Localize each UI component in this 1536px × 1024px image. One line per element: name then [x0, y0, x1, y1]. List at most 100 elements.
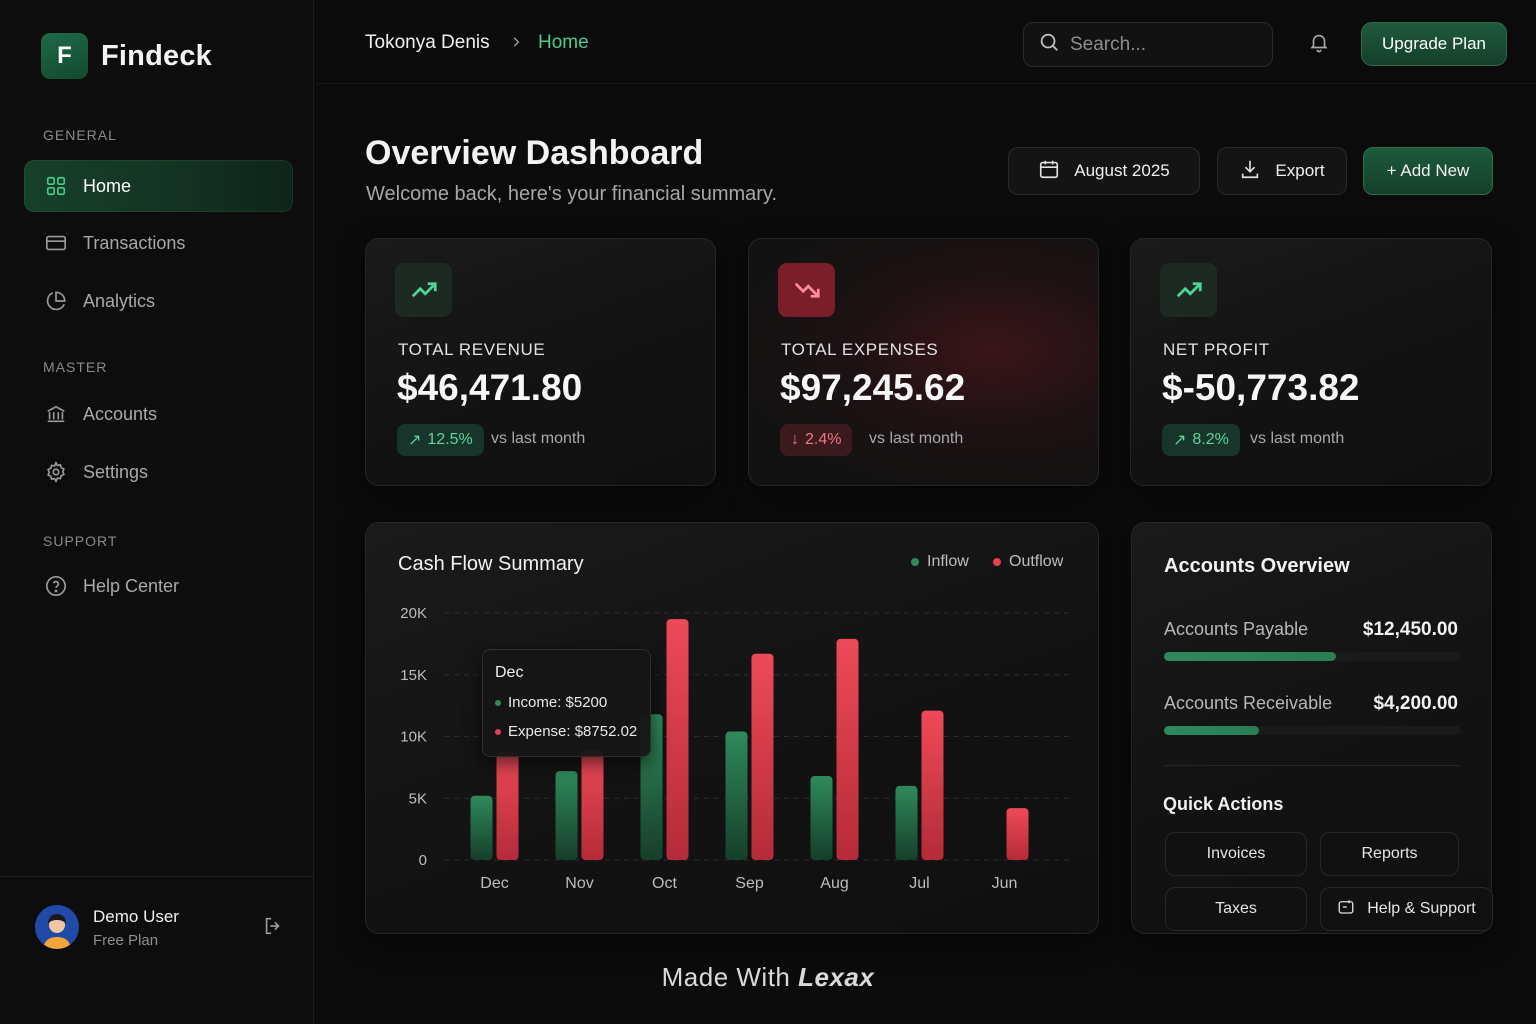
stat-label: TOTAL REVENUE [398, 340, 546, 359]
sidebar-item-label: Help Center [83, 575, 180, 596]
user-name: Demo User [93, 907, 179, 926]
date-picker-button[interactable]: August 2025 [1008, 147, 1200, 195]
section-label-master: MASTER [43, 359, 108, 375]
bar-inflow-jul[interactable] [895, 785, 918, 860]
export-label: Export [1275, 161, 1325, 180]
tooltip-dot [495, 699, 501, 706]
upgrade-plan-button[interactable]: Upgrade Plan [1361, 22, 1507, 66]
bar-outflow-jun[interactable] [1006, 808, 1029, 860]
sidebar-item-transactions[interactable]: Transactions [24, 217, 293, 269]
quick-action-taxes[interactable]: Taxes [1165, 887, 1307, 931]
chart-tooltip: Dec Income: $5200 Expense: $8752.02 [482, 649, 651, 757]
sidebar-item-label: Transactions [83, 232, 186, 253]
footer-prefix: Made With [661, 962, 791, 992]
accounts-overview-card: Accounts Overview Accounts Payable $12,4… [1131, 522, 1493, 934]
x-tick-label: Aug [820, 875, 848, 892]
brand[interactable]: F Findeck [41, 33, 212, 79]
stat-card-expenses: TOTAL EXPENSES $97,245.62 ↓ 2.4% vs last… [748, 238, 1099, 486]
brand-name: Findeck [101, 39, 212, 72]
export-button[interactable]: Export [1217, 147, 1347, 195]
bell-icon[interactable] [1308, 31, 1332, 55]
sidebar-item-accounts[interactable]: Accounts [24, 388, 293, 440]
bar-inflow-nov[interactable] [555, 771, 578, 860]
quick-actions-title: Quick Actions [1163, 794, 1284, 814]
add-new-button[interactable]: + Add New [1363, 147, 1493, 195]
stat-value: $-50,773.82 [1162, 367, 1360, 408]
stat-label: TOTAL EXPENSES [781, 340, 939, 359]
card-icon [44, 231, 68, 255]
sidebar-item-help-center[interactable]: Help Center [24, 560, 293, 612]
user-panel: Demo User Free Plan [0, 876, 313, 1024]
cash-flow-chart: 0 5K 10K 15K 20K Dec Nov Oct Sep Aug Jul Jun [400, 605, 1069, 892]
cash-flow-card: Cash Flow Summary Inflow Outflow 0 5K 10K 1… [365, 522, 1099, 934]
tooltip-title: Dec [495, 664, 524, 681]
date-label: August 2025 [1074, 161, 1170, 180]
y-tick-label: 20K [400, 605, 427, 622]
breadcrumb-parent[interactable]: Tokonya Denis [365, 32, 490, 54]
bar-inflow-aug[interactable] [810, 776, 833, 860]
sidebar-item-home[interactable]: Home [24, 160, 293, 212]
quick-action-invoices[interactable]: Invoices [1165, 832, 1307, 876]
account-progress-track [1164, 726, 1461, 735]
download-icon [1239, 158, 1261, 185]
bar-outflow-nov[interactable] [581, 750, 604, 860]
sidebar-item-settings[interactable]: Settings [24, 446, 293, 498]
change-value: 2.4% [805, 431, 842, 448]
sidebar-item-label: Analytics [83, 290, 156, 311]
x-tick-label: Dec [480, 875, 508, 892]
y-tick-label: 0 [419, 852, 427, 869]
bank-icon [44, 402, 68, 426]
footer-brand: Lexax [798, 962, 875, 992]
divider [1164, 765, 1461, 766]
arrow-down-icon: ↓ [791, 431, 799, 448]
footer-credit: Made With Lexax [0, 962, 1536, 993]
sidebar-item-label: Accounts [83, 403, 158, 424]
search-icon [1038, 31, 1060, 58]
user-plan: Free Plan [93, 932, 159, 949]
y-tick-label: 5K [409, 790, 427, 807]
tooltip-income-text: Income: $5200 [508, 694, 608, 711]
quick-action-reports[interactable]: Reports [1320, 832, 1459, 876]
tooltip-income: Income: $5200 [495, 694, 607, 711]
trend-down-icon [778, 263, 835, 317]
avatar[interactable] [35, 905, 79, 949]
brand-logo: F [41, 33, 88, 79]
page-subtitle: Welcome back, here's your financial summ… [366, 183, 778, 205]
search-input[interactable] [1070, 33, 1250, 56]
stat-label: NET PROFIT [1163, 340, 1270, 359]
bar-inflow-sep[interactable] [725, 731, 748, 860]
sidebar-item-analytics[interactable]: Analytics [24, 275, 293, 327]
bar-inflow-dec[interactable] [470, 795, 493, 860]
grid-icon [44, 174, 68, 198]
logout-icon[interactable] [262, 915, 284, 937]
comparison-label: vs last month [869, 430, 964, 447]
change-value: 8.2% [1192, 431, 1229, 448]
quick-action-help-support[interactable]: Help & Support [1320, 887, 1493, 931]
account-progress-track [1164, 652, 1461, 661]
bar-outflow-dec[interactable] [496, 751, 519, 860]
accounts-title: Accounts Overview [1164, 555, 1350, 577]
pie-chart-icon [44, 289, 68, 313]
bar-outflow-sep[interactable] [751, 653, 774, 860]
quick-action-label: Help & Support [1367, 900, 1476, 917]
account-label: Accounts Receivable [1164, 693, 1333, 713]
y-tick-label: 10K [400, 729, 427, 746]
x-tick-label: Nov [565, 875, 593, 892]
calendar-icon [1038, 158, 1060, 185]
bar-outflow-aug[interactable] [836, 638, 859, 860]
change-badge: ↓ 2.4% [780, 424, 853, 456]
stat-card-revenue: TOTAL REVENUE $46,471.80 ↗ 12.5% vs last… [365, 238, 716, 486]
change-badge: ↗ 12.5% [397, 424, 484, 456]
x-tick-label: Sep [735, 875, 764, 892]
trend-up-icon [395, 263, 452, 317]
sidebar: F Findeck GENERAL Home Transactions Anal… [0, 0, 314, 1024]
search-box[interactable] [1023, 22, 1273, 67]
sidebar-item-label: Home [83, 175, 132, 196]
bar-outflow-oct[interactable] [666, 619, 689, 860]
stat-card-net-profit: NET PROFIT $-50,773.82 ↗ 8.2% vs last mo… [1130, 238, 1492, 486]
tooltip-dot [495, 728, 501, 735]
gear-icon [44, 460, 68, 484]
bar-outflow-jul[interactable] [921, 710, 944, 860]
chevron-right-icon [509, 33, 523, 54]
y-tick-label: 15K [400, 667, 427, 684]
